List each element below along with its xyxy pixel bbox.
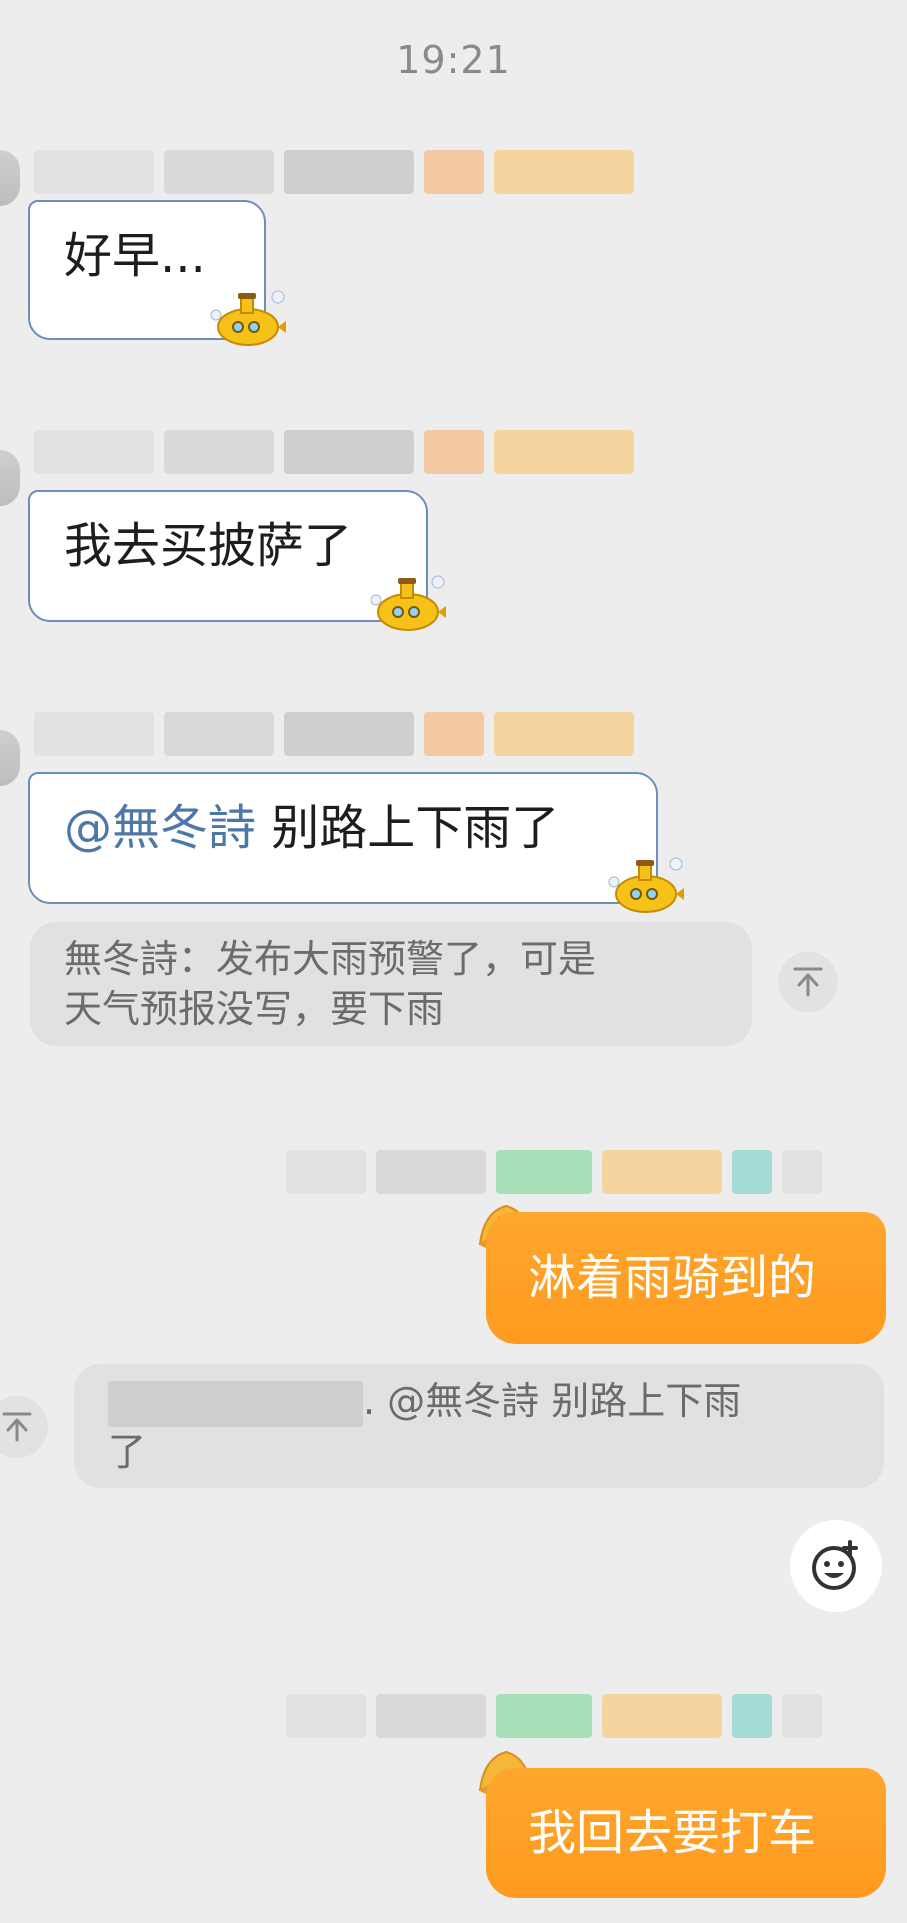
jump-to-top-icon[interactable] xyxy=(0,1396,48,1458)
avatar[interactable] xyxy=(0,150,20,206)
avatar[interactable] xyxy=(0,730,20,786)
avatar[interactable] xyxy=(0,450,20,506)
sender-name-blurred xyxy=(286,1150,822,1194)
emoji-button[interactable] xyxy=(790,1520,882,1612)
quote-line: 無冬詩：发布大雨预警了，可是 xyxy=(64,937,597,981)
blurred-name xyxy=(108,1380,363,1427)
sender-name-blurred xyxy=(34,430,634,474)
quote-line: 了 xyxy=(108,1429,147,1474)
message-text: 我去买披萨了 xyxy=(64,518,353,574)
sender-name-blurred xyxy=(34,150,634,194)
submarine-icon xyxy=(210,290,286,346)
message-bubble-outgoing[interactable]: 我回去要打车 xyxy=(486,1768,886,1898)
mention-link[interactable]: @無冬詩 xyxy=(64,800,256,856)
message-text: 淋着雨骑到的 xyxy=(528,1250,817,1306)
quoted-message[interactable]: . @無冬詩 别路上下雨 了 xyxy=(74,1364,884,1488)
timestamp: 19:21 xyxy=(396,38,511,82)
submarine-icon xyxy=(608,857,684,913)
message-text: 好早... xyxy=(64,228,206,284)
quoted-message[interactable]: 無冬詩：发布大雨预警了，可是 天气预报没写，要下雨 xyxy=(30,922,752,1046)
message-text: 别路上下雨了 xyxy=(256,800,560,856)
message-text: 我回去要打车 xyxy=(528,1805,817,1861)
jump-to-top-icon[interactable] xyxy=(778,952,838,1012)
sender-name-blurred xyxy=(34,712,634,756)
message-bubble-outgoing[interactable]: 淋着雨骑到的 xyxy=(486,1212,886,1344)
sender-name-blurred xyxy=(286,1694,822,1738)
emoji-plus-icon xyxy=(812,1540,858,1590)
quote-line: . @無冬詩 别路上下雨 xyxy=(108,1376,850,1427)
message-bubble[interactable]: @無冬詩 别路上下雨了 xyxy=(28,772,658,904)
submarine-icon xyxy=(370,575,446,631)
quote-line: 天气预报没写，要下雨 xyxy=(64,987,445,1031)
